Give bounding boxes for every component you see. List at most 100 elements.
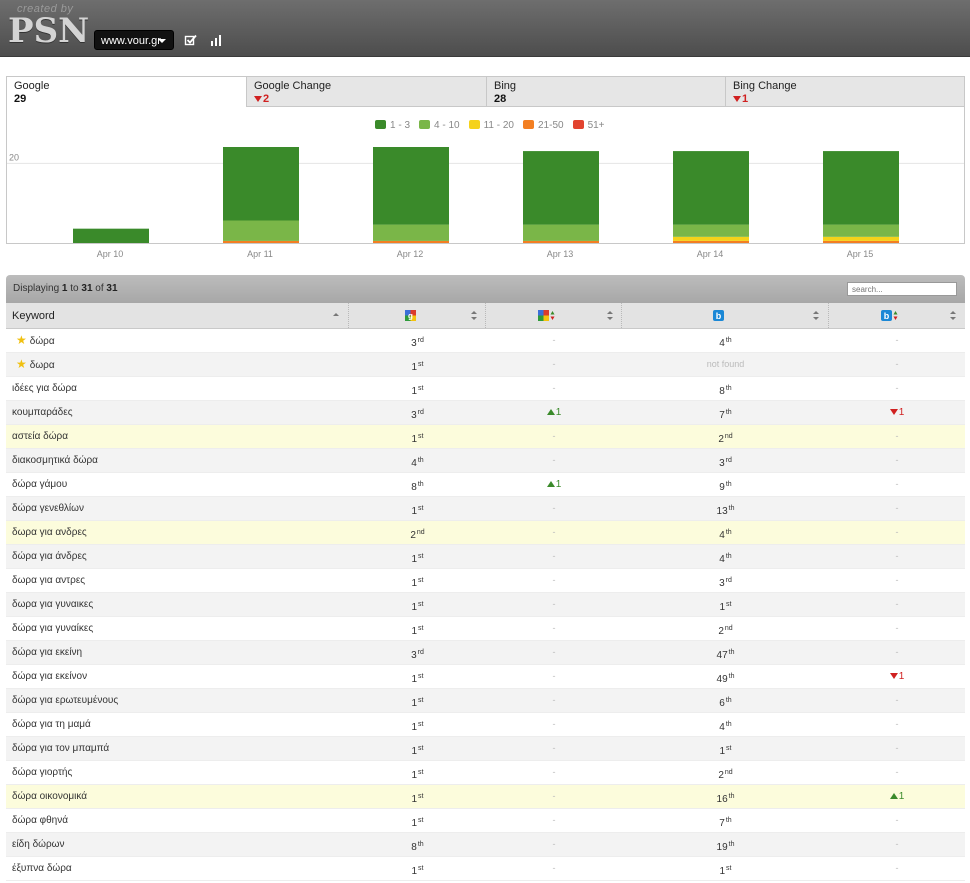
bing-change-cell: -: [829, 713, 965, 736]
google-rank: 1: [411, 746, 418, 757]
keyword-text: δώρα για ερωτευμένους: [12, 695, 119, 706]
google-rank: 8: [411, 482, 417, 493]
table-row[interactable]: δώρα φθηνά 1st - 7th -: [6, 809, 965, 833]
bar-segment[interactable]: [223, 147, 299, 221]
keyword-text: δωρα για αντρες: [12, 575, 86, 586]
google-rank-cell: 8th: [349, 473, 486, 496]
google-change-icon: [538, 310, 555, 321]
table-row[interactable]: ★ δωρα 1st - not found -: [6, 353, 965, 377]
keyword-cell: δωρα για ανδρες: [12, 521, 87, 544]
table-row[interactable]: δώρα για τη μαμά 1st - 4th -: [6, 713, 965, 737]
bar-chart-icon[interactable]: [209, 33, 223, 47]
table-row[interactable]: δώρα γάμου 8th 1 9th -: [6, 473, 965, 497]
bar-segment[interactable]: [673, 240, 749, 243]
bing-change-cell: -: [829, 809, 965, 832]
keyword-text: δώρα για τον μπαμπά: [12, 743, 110, 754]
table-row[interactable]: δώρα γενεθλίων 1st - 13th -: [6, 497, 965, 521]
table-row[interactable]: ★ δώρα 3rd - 4th -: [6, 329, 965, 353]
x-tick-label: Apr 10: [96, 249, 124, 259]
bing-rank-cell: 8th: [622, 377, 829, 400]
table-row[interactable]: δωρα για αντρες 1st - 3rd -: [6, 569, 965, 593]
bar-segment[interactable]: [523, 240, 599, 243]
bar-segment[interactable]: [823, 151, 899, 225]
google-rank-suffix: rd: [417, 337, 424, 344]
logo[interactable]: PSN: [8, 11, 89, 51]
bar-segment[interactable]: [823, 236, 899, 241]
google-rank-cell: 4th: [349, 449, 486, 472]
keywords-table-panel: Displaying 1 to 31 of 31 Keyword g: [6, 275, 965, 881]
bing-change-cell: 1: [829, 785, 965, 808]
site-select[interactable]: www.vour.gr: [94, 30, 174, 50]
google-rank: 1: [411, 722, 418, 733]
bing-rank-suffix: nd: [724, 769, 733, 776]
bar-segment[interactable]: [73, 228, 149, 243]
table-row[interactable]: αστεία δώρα 1st - 2nd -: [6, 425, 965, 449]
bing-change-cell: -: [829, 545, 965, 568]
table-row[interactable]: δώρα για εκείνον 1st -49th 1: [6, 665, 965, 689]
bar-segment[interactable]: [223, 240, 299, 243]
bing-rank-suffix: th: [725, 409, 732, 416]
bar-segment[interactable]: [223, 220, 299, 241]
bar-segment[interactable]: [523, 224, 599, 241]
table-row[interactable]: κουμπαράδες 3rd 1 7th 1: [6, 401, 965, 425]
table-row[interactable]: δωρα για γυναικες 1st -1st -: [6, 593, 965, 617]
x-tick-label: Apr 14: [696, 249, 724, 259]
column-google[interactable]: g: [349, 303, 486, 328]
bing-rank-suffix: st: [726, 745, 732, 752]
google-change: -: [552, 791, 556, 801]
bar-segment[interactable]: [673, 236, 749, 241]
bing-change-cell: -: [829, 857, 965, 880]
table-row[interactable]: είδη δώρων 8th -19th -: [6, 833, 965, 857]
keyword-cell: δώρα γενεθλίων: [12, 497, 84, 520]
table-header: Keyword g b b: [6, 303, 965, 329]
bar-segment[interactable]: [373, 224, 449, 241]
column-keyword[interactable]: Keyword: [6, 303, 349, 328]
column-bing[interactable]: b: [622, 303, 829, 328]
table-row[interactable]: δώρα για ερωτευμένους 1st - 6th -: [6, 689, 965, 713]
checklist-icon[interactable]: [184, 33, 198, 47]
arrow-up-icon: [546, 409, 555, 416]
google-rank: 4: [411, 458, 417, 469]
table-row[interactable]: δώρα γιορτής 1st - 2nd -: [6, 761, 965, 785]
bar-segment[interactable]: [373, 240, 449, 243]
google-change: -: [552, 599, 556, 609]
google-rank-cell: 1st: [349, 737, 486, 760]
bar-segment[interactable]: [673, 151, 749, 225]
bar-segment[interactable]: [673, 224, 749, 237]
bing-rank-cell: 2nd: [622, 425, 829, 448]
x-tick-label: Apr 11: [247, 249, 273, 259]
bing-rank: 8: [719, 386, 725, 397]
table-row[interactable]: δώρα για γυναίκες 1st - 2nd -: [6, 617, 965, 641]
bar-segment[interactable]: [823, 240, 899, 243]
table-row[interactable]: δώρα οικονομικά 1st -16th 1: [6, 785, 965, 809]
google-rank: 1: [411, 626, 418, 637]
bing-change-icon: b: [881, 310, 898, 321]
bing-change-cell: -: [829, 377, 965, 400]
star-icon[interactable]: ★: [16, 353, 27, 376]
bing-rank-suffix: th: [725, 481, 732, 488]
table-row[interactable]: ιδέες για δώρα 1st - 8th -: [6, 377, 965, 401]
table-row[interactable]: έξυπνα δώρα 1st -1st -: [6, 857, 965, 881]
bar-segment[interactable]: [373, 147, 449, 225]
table-row[interactable]: διακοσμητικά δώρα 4th - 3rd -: [6, 449, 965, 473]
bar-segment[interactable]: [523, 151, 599, 225]
table-row[interactable]: δώρα για άνδρες 1st - 4th -: [6, 545, 965, 569]
table-row[interactable]: δωρα για ανδρες 2nd - 4th -: [6, 521, 965, 545]
bing-rank-cell: 7th: [622, 401, 829, 424]
bing-change: 1: [898, 407, 905, 418]
star-icon[interactable]: ★: [16, 329, 27, 352]
table-row[interactable]: δώρα για εκείνη 3rd - 47th -: [6, 641, 965, 665]
bar-segment[interactable]: [823, 224, 899, 237]
google-change: -: [552, 743, 556, 753]
google-change: -: [552, 695, 556, 705]
bing-change: -: [895, 719, 899, 729]
bing-rank-cell: 3rd: [622, 449, 829, 472]
google-rank-suffix: st: [418, 697, 424, 704]
keyword-cell: κουμπαράδες: [12, 401, 73, 424]
column-google-change[interactable]: [486, 303, 622, 328]
column-bing-change[interactable]: b: [829, 303, 965, 328]
bing-rank: 49: [716, 674, 728, 685]
bing-rank-suffix: rd: [725, 577, 732, 584]
table-row[interactable]: δώρα για τον μπαμπά 1st -1st -: [6, 737, 965, 761]
search-input[interactable]: [847, 282, 957, 296]
